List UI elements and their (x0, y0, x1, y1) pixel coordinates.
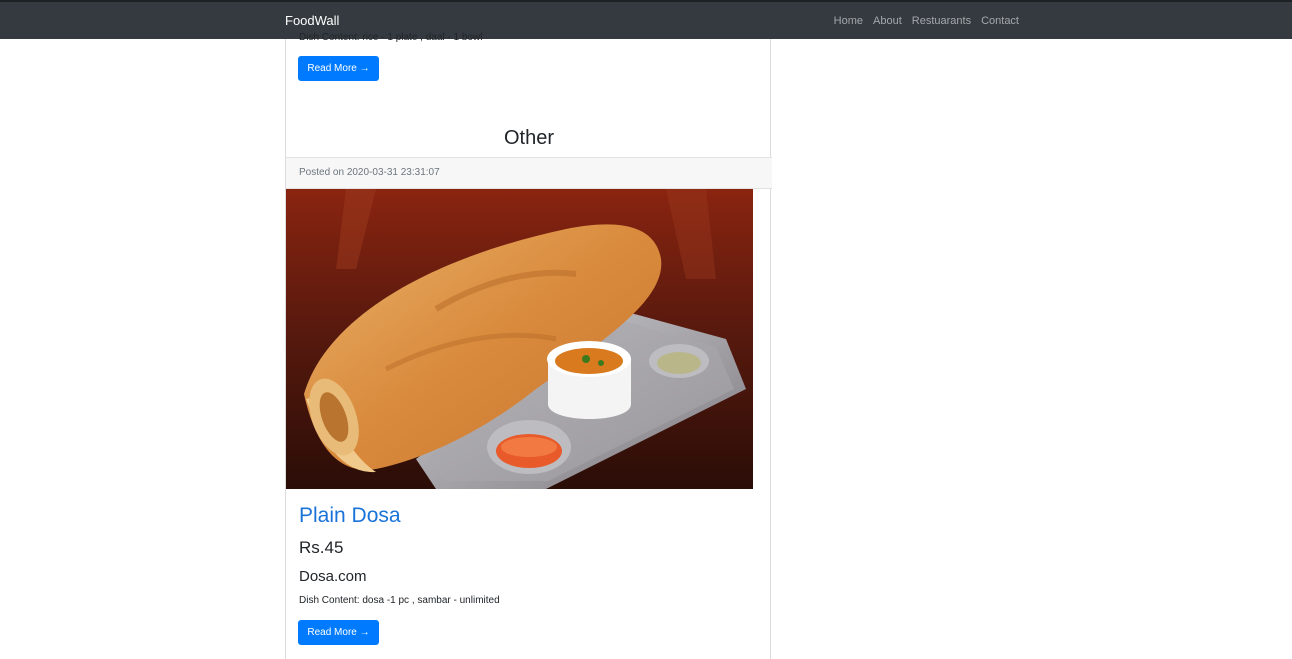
nav-link-about[interactable]: About (873, 15, 902, 27)
post-date-header: Posted on 2020-03-31 23:31:07 (286, 157, 772, 189)
navbar-brand[interactable]: FoodWall (285, 13, 339, 28)
restaurant-name: Dosa.com (299, 568, 367, 585)
dish-content: Dish Content: dosa -1 pc , sambar - unli… (299, 595, 500, 606)
post-card: Dish Content: rice - 1 plate , daal - 1 … (285, 32, 772, 659)
nav-link-home[interactable]: Home (834, 15, 863, 27)
category-heading: Other (503, 127, 555, 149)
previous-dish-content: Dish Content: rice - 1 plate , daal - 1 … (299, 32, 483, 43)
nav-link-restaurants[interactable]: Restuarants (912, 15, 971, 27)
dish-price: Rs.45 (299, 538, 344, 557)
nav-links: Home About Restuarants Contact (834, 15, 1019, 27)
nav-link-contact[interactable]: Contact (981, 15, 1019, 27)
navbar: FoodWall Home About Restuarants Contact (0, 0, 1292, 39)
dish-title[interactable]: Plain Dosa (299, 504, 401, 528)
read-more-button[interactable]: Read More → (298, 56, 379, 81)
post-date: Posted on 2020-03-31 23:31:07 (299, 167, 440, 178)
dish-image (286, 189, 753, 489)
read-more-button[interactable]: Read More → (298, 620, 379, 645)
